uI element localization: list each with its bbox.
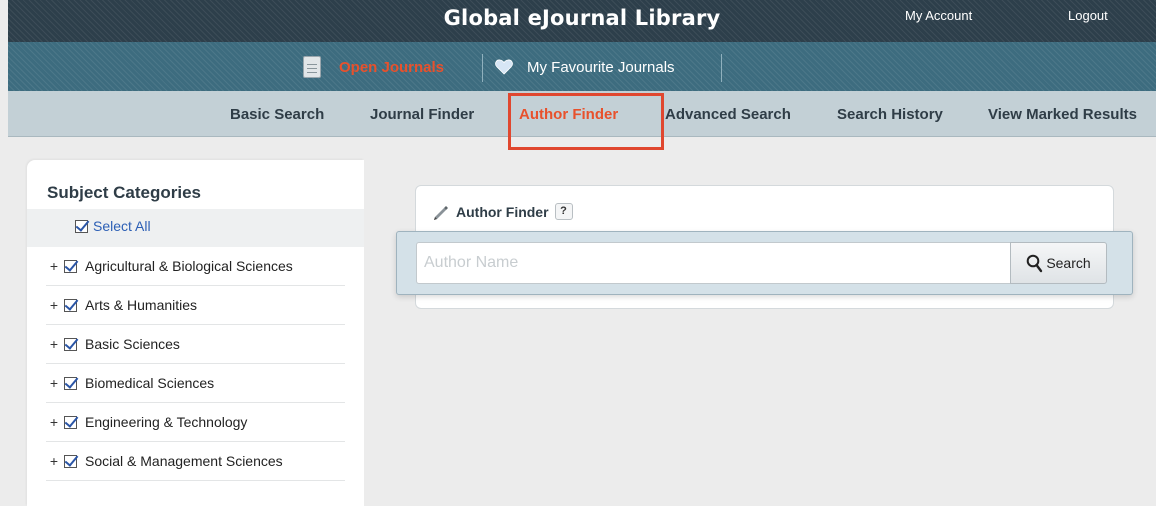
tab-open-journals[interactable]: Open Journals — [303, 52, 444, 82]
my-account-link[interactable]: My Account — [905, 8, 972, 23]
journals-bar: Open Journals My Favourite Journals — [8, 42, 1156, 91]
nav-basic-search[interactable]: Basic Search — [230, 106, 324, 123]
expand-icon[interactable]: + — [46, 336, 62, 352]
author-name-input[interactable] — [416, 242, 1010, 284]
nav-journal-finder[interactable]: Journal Finder — [370, 106, 474, 123]
category-item: + Biomedical Sciences — [46, 364, 345, 403]
category-checkbox[interactable] — [64, 415, 77, 429]
category-item: + Social & Management Sciences — [46, 442, 345, 481]
nav-search-history[interactable]: Search History — [837, 106, 943, 123]
category-checkbox[interactable] — [64, 454, 77, 468]
select-all-label[interactable]: Select All — [93, 218, 151, 234]
top-header: Global eJournal Library My Account Logou… — [8, 0, 1156, 42]
author-search-panel: Search — [396, 231, 1133, 295]
category-label[interactable]: Social & Management Sciences — [85, 453, 283, 469]
category-checkbox[interactable] — [64, 298, 77, 312]
expand-icon[interactable]: + — [46, 414, 62, 430]
category-checkbox[interactable] — [64, 337, 77, 351]
pen-icon — [432, 204, 450, 220]
heart-icon — [495, 58, 513, 76]
document-icon — [303, 56, 321, 78]
search-button[interactable]: Search — [1010, 242, 1107, 284]
tab-open-journals-label: Open Journals — [339, 58, 445, 76]
category-item: + Agricultural & Biological Sciences — [46, 247, 345, 286]
select-all-checkbox[interactable]: Select All — [75, 218, 151, 234]
nav-advanced-search[interactable]: Advanced Search — [665, 106, 791, 123]
category-item: + Arts & Humanities — [46, 286, 345, 325]
search-button-label: Search — [1046, 255, 1091, 271]
search-icon — [1026, 254, 1043, 273]
logout-link[interactable]: Logout — [1068, 8, 1108, 23]
site-title: Global eJournal Library — [443, 6, 721, 30]
expand-icon[interactable]: + — [46, 375, 62, 391]
category-label[interactable]: Arts & Humanities — [85, 297, 197, 313]
search-nav: Basic Search Journal Finder Author Finde… — [8, 91, 1156, 137]
category-item: + Basic Sciences — [46, 325, 345, 364]
tab-my-favourite-journals-label: My Favourite Journals — [527, 58, 675, 76]
select-all-row: Select All — [27, 209, 364, 247]
nav-author-finder[interactable]: Author Finder — [519, 106, 618, 123]
category-label[interactable]: Basic Sciences — [85, 336, 180, 352]
author-finder-title: Author Finder — [456, 203, 549, 220]
tab-divider — [721, 54, 722, 82]
checkbox-checked-icon[interactable] — [75, 219, 88, 233]
nav-view-marked-results[interactable]: View Marked Results — [988, 106, 1137, 123]
author-finder-heading: Author Finder ? — [432, 203, 573, 220]
category-item: + Engineering & Technology — [46, 403, 345, 442]
category-checkbox[interactable] — [64, 376, 77, 390]
subject-categories-panel: Subject Categories Select All + Agricult… — [27, 160, 364, 506]
expand-icon[interactable]: + — [46, 453, 62, 469]
expand-icon[interactable]: + — [46, 297, 62, 313]
category-checkbox[interactable] — [64, 259, 77, 273]
help-button[interactable]: ? — [554, 203, 573, 220]
sidebar-title: Subject Categories — [47, 183, 201, 202]
tab-my-favourite-journals[interactable]: My Favourite Journals — [495, 52, 675, 82]
expand-icon[interactable]: + — [46, 258, 62, 274]
tab-divider — [482, 54, 483, 82]
category-label[interactable]: Biomedical Sciences — [85, 375, 214, 391]
category-label[interactable]: Engineering & Technology — [85, 414, 247, 430]
category-label[interactable]: Agricultural & Biological Sciences — [85, 258, 293, 274]
